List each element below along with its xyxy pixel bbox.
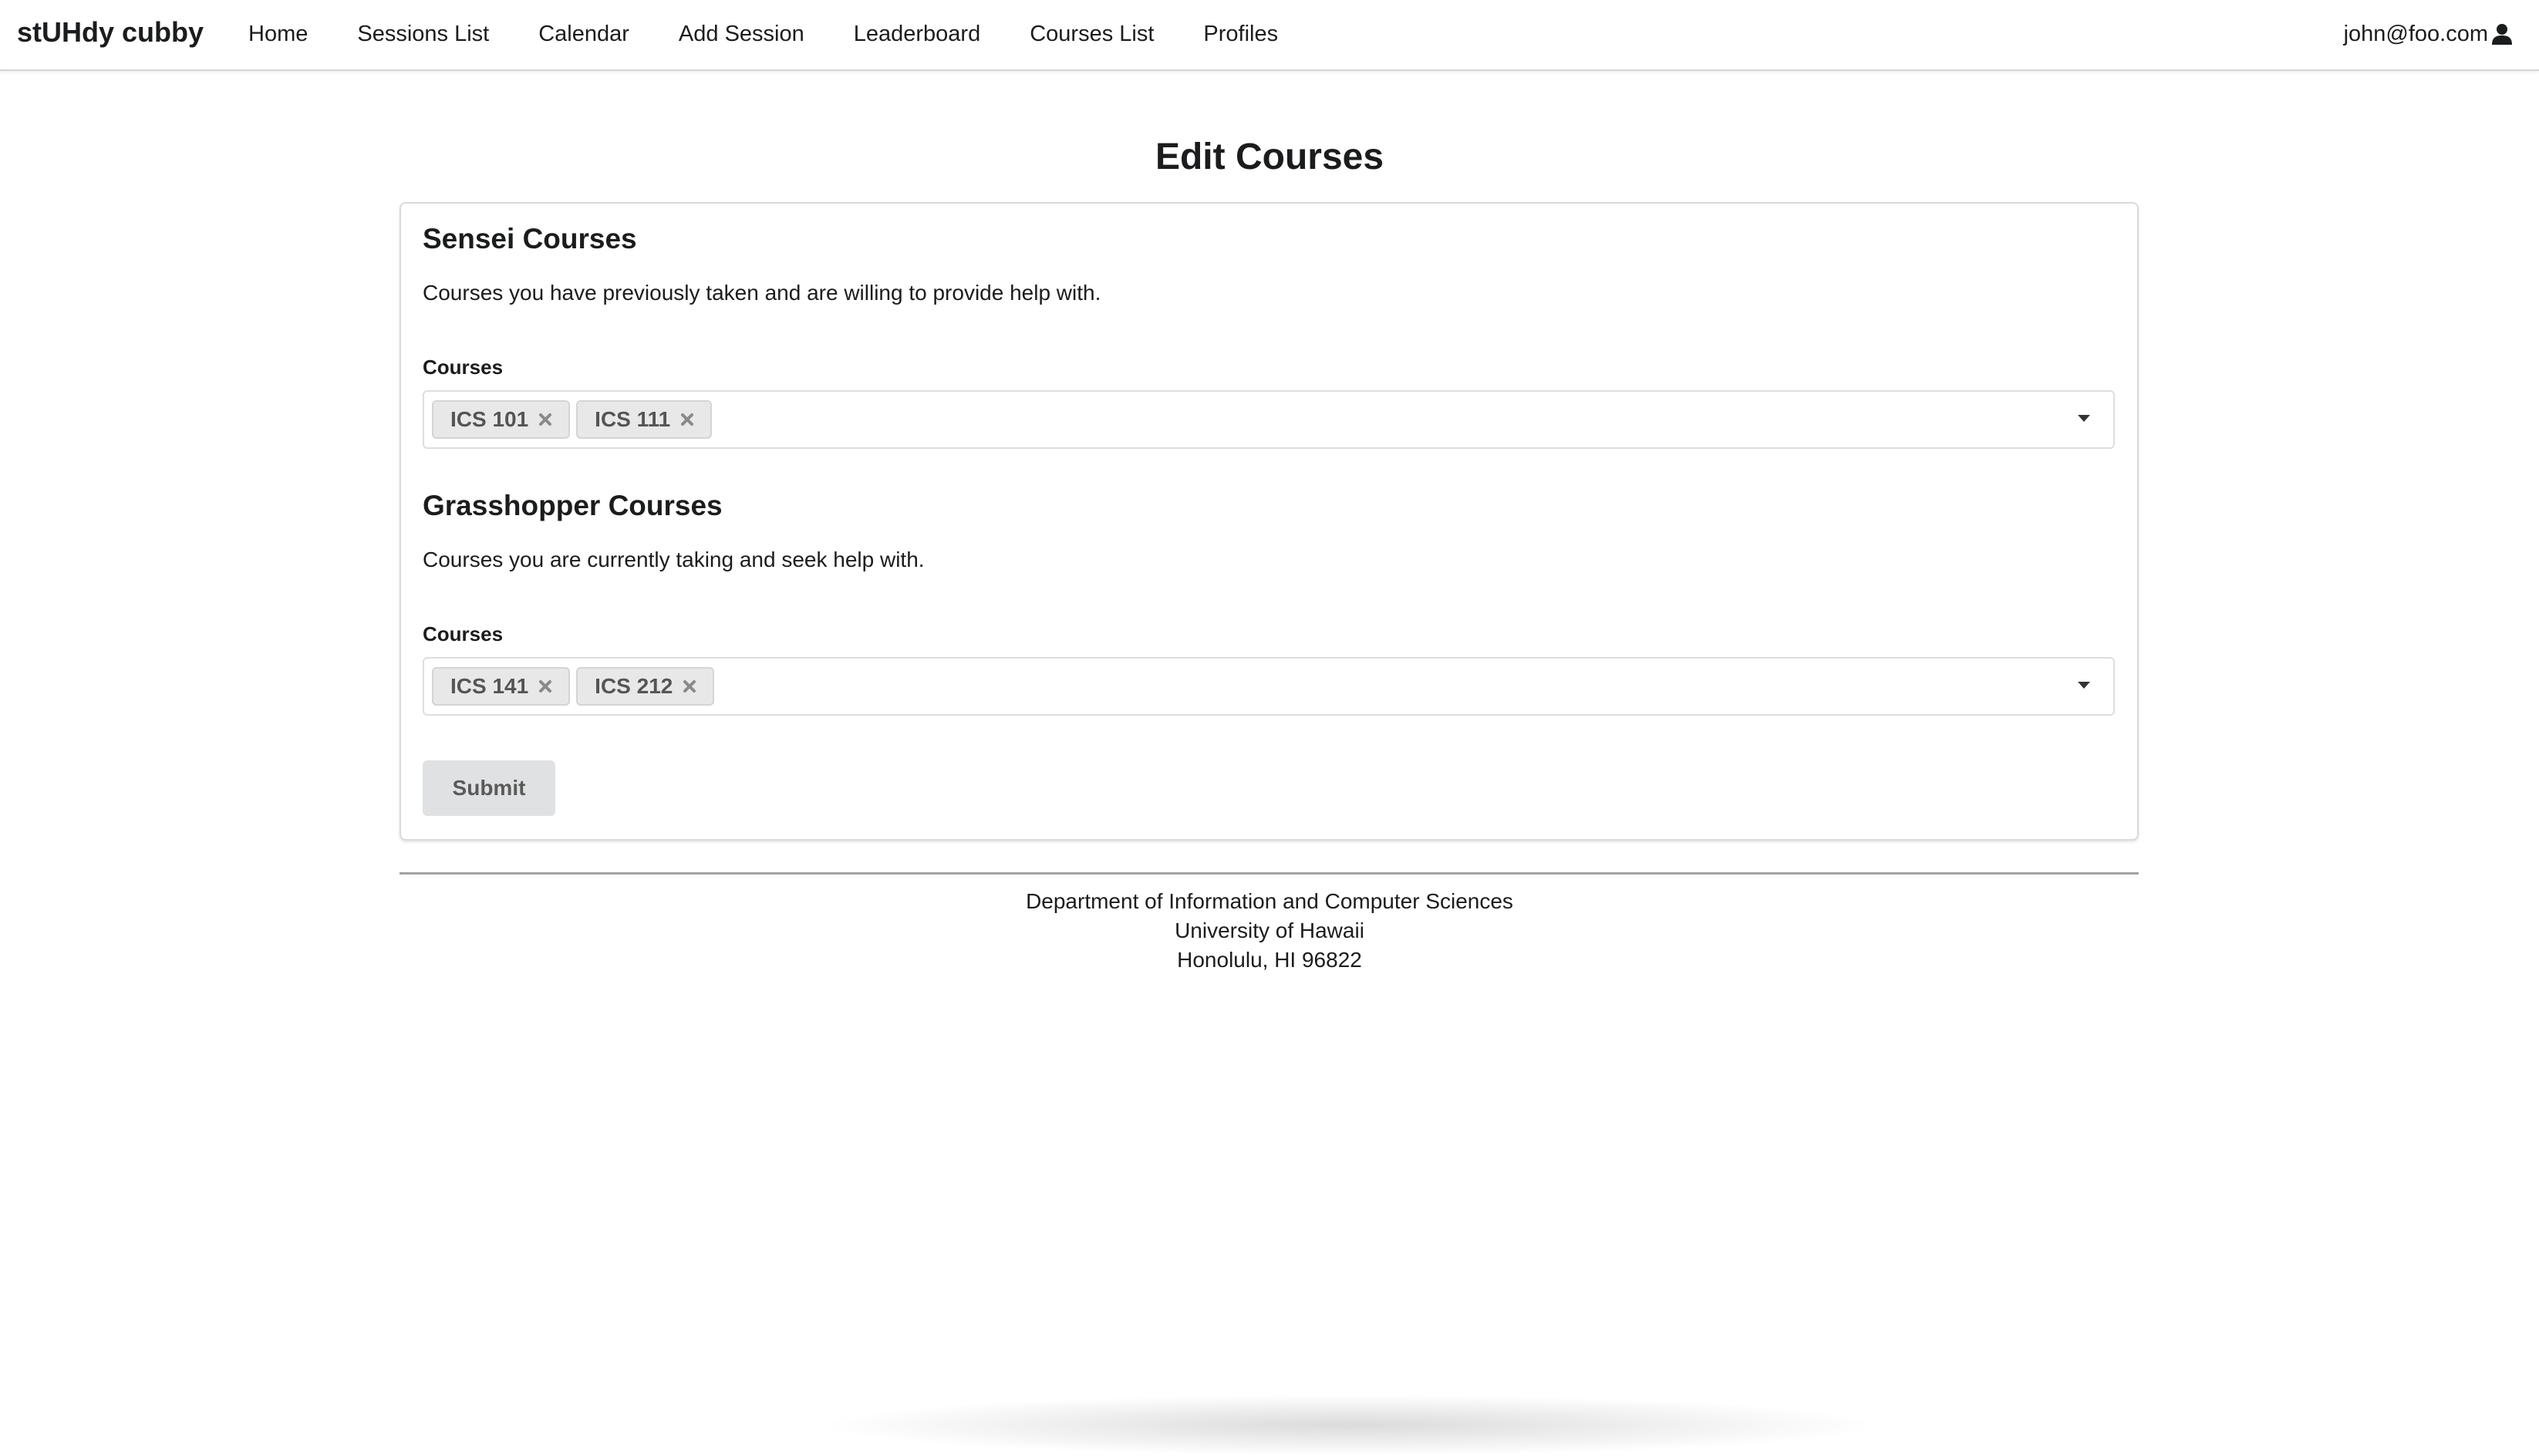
course-chip: ICS 212 [576,667,715,706]
submit-button[interactable]: Submit [423,760,555,816]
nav-menu: Home Sessions List Calendar Add Session … [224,0,1303,68]
user-icon [2492,24,2512,45]
grasshopper-courses-label: Courses [423,622,504,645]
course-chip-label: ICS 212 [595,674,673,698]
footer-department: Department of Information and Computer S… [1026,889,1513,913]
nav-item-add-session[interactable]: Add Session [654,0,829,68]
dropdown-caret-icon[interactable] [2078,682,2090,689]
course-chip-label: ICS 141 [450,674,529,698]
user-email: john@foo.com [2343,21,2488,46]
course-chip-label: ICS 111 [595,407,671,431]
remove-icon[interactable] [679,412,695,427]
grasshopper-courses-select[interactable]: ICS 141 ICS 212 [423,657,2115,716]
nav-item-leaderboard[interactable]: Leaderboard [829,0,1005,68]
user-menu-dropdown[interactable]: john@foo.com [2344,0,2513,68]
nav-item-sessions-list[interactable]: Sessions List [332,0,514,68]
sensei-courses-heading: Sensei Courses [423,223,637,254]
sensei-selected-chips: ICS 101 ICS 111 [432,400,718,439]
brand-logo-link[interactable]: stUHdy cubby [17,0,204,68]
sensei-courses-label: Courses [423,356,504,379]
footer-divider [400,872,2139,875]
course-chip-label: ICS 101 [450,407,529,431]
remove-icon[interactable] [538,412,553,427]
footer: Department of Information and Computer S… [0,887,2539,975]
nav-item-calendar[interactable]: Calendar [514,0,654,68]
nav-item-home[interactable]: Home [224,0,332,68]
grasshopper-courses-description: Courses you are currently taking and see… [423,548,925,571]
nav-item-courses-list[interactable]: Courses List [1005,0,1178,68]
top-navbar: stUHdy cubby Home Sessions List Calendar… [0,0,2539,71]
footer-university: University of Hawaii [1175,918,1364,942]
remove-icon[interactable] [538,679,553,694]
page-title: Edit Courses [1155,136,1384,177]
edit-courses-form: Sensei Courses Courses you have previous… [400,202,2139,841]
grasshopper-courses-heading: Grasshopper Courses [423,490,723,521]
course-chip: ICS 111 [576,400,713,439]
dropdown-caret-icon[interactable] [2078,415,2090,422]
footer-address: Honolulu, HI 96822 [1177,948,1362,972]
course-chip: ICS 101 [432,400,571,439]
nav-item-profiles[interactable]: Profiles [1178,0,1303,68]
course-chip: ICS 141 [432,667,571,706]
remove-icon[interactable] [682,679,697,694]
sensei-courses-select[interactable]: ICS 101 ICS 111 [423,390,2115,449]
sensei-courses-description: Courses you have previously taken and ar… [423,281,1101,305]
bottom-shadow-decoration [818,1394,1882,1456]
grasshopper-selected-chips: ICS 141 ICS 212 [432,667,720,706]
